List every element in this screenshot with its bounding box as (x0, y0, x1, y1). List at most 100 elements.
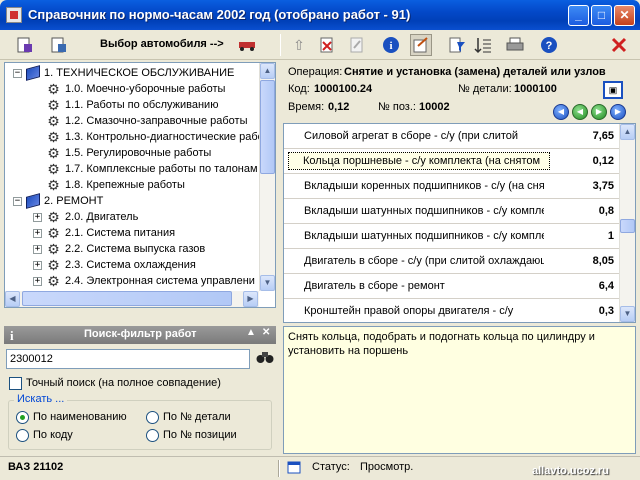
exit-icon[interactable] (608, 34, 630, 56)
radio-by-name[interactable] (16, 411, 29, 424)
tree-item[interactable]: − 2. РЕМОНТ (13, 193, 103, 209)
print-icon[interactable] (504, 34, 526, 56)
up-icon[interactable]: ⇧ (288, 34, 310, 56)
radio-by-code[interactable] (16, 429, 29, 442)
report2-icon[interactable] (48, 34, 70, 56)
help-icon[interactable]: ? (538, 34, 560, 56)
op-value: Снятие и установка (замена) деталей или … (344, 66, 606, 78)
tree-item[interactable]: + ⚙ 2.3. Система охлаждения (33, 257, 196, 273)
operation-row[interactable]: Двигатель в сборе - ремонт 6,4 (284, 274, 620, 299)
tree-item[interactable]: ⚙ 1.3. Контрольно-диагностические рабо (33, 129, 264, 145)
info-icon: i (10, 328, 14, 343)
gear-icon: ⚙ (47, 160, 60, 177)
tree-item-label: 1.1. Работы по обслуживанию (65, 99, 219, 111)
scroll-right-button[interactable]: ▶ (243, 291, 258, 307)
operation-time: 8,05 (592, 255, 614, 267)
operation-row[interactable]: Вкладыши коренных подшипников - с/у (на … (284, 174, 620, 199)
prev-record-button[interactable]: ◀ (572, 104, 588, 120)
tree-item-label: 2.4. Электронная система управлени (65, 275, 255, 287)
tree-item-label: 1.7. Комплексные работы по талонам (65, 163, 258, 175)
radio-by-position[interactable] (146, 429, 159, 442)
collapse-icon[interactable]: − (13, 196, 22, 206)
tree-item[interactable]: + ⚙ 2.1. Система питания (33, 225, 175, 241)
category-tree[interactable]: +⚙2.6. Коробка передач+⚙2.5. Сцепление+⚙… (4, 62, 276, 308)
close-panel-icon[interactable]: ✕ (262, 327, 270, 338)
tree-item-label: 1.3. Контрольно-диагностические рабо (65, 131, 264, 143)
operation-row[interactable]: Силовой агрегат в сборе - с/у (при слито… (284, 124, 620, 149)
tree-vertical-scrollbar[interactable]: ▲ ▼ (259, 63, 275, 291)
info-icon[interactable]: i (380, 34, 402, 56)
radio-by-code-label[interactable]: По коду (33, 429, 73, 441)
exact-search-checkbox[interactable] (9, 377, 22, 390)
expand-icon[interactable]: + (33, 244, 42, 254)
expand-icon[interactable]: + (33, 260, 42, 270)
title-bar[interactable]: Справочник по нормо-часам 2002 год (отоб… (0, 0, 640, 30)
delete-icon[interactable] (316, 34, 338, 56)
hscroll-thumb[interactable] (22, 291, 232, 306)
list-scroll-down-button[interactable]: ▼ (620, 306, 635, 322)
sort-icon[interactable] (472, 34, 494, 56)
collapse-icon[interactable]: − (13, 68, 22, 78)
report-icon[interactable] (14, 34, 36, 56)
tree-horizontal-scrollbar[interactable]: ◀ ▶ (5, 291, 259, 307)
list-vertical-scrollbar[interactable]: ▲ ▼ (619, 124, 635, 322)
tree-item[interactable]: ⚙ 1.2. Смазочно-заправочные работы (33, 113, 247, 129)
tree-item[interactable]: ⚙ 1.5. Регулировочные работы (33, 145, 211, 161)
gear-icon: ⚙ (47, 224, 60, 241)
scroll-up-button[interactable]: ▲ (260, 63, 275, 79)
maximize-button[interactable]: □ (591, 5, 612, 26)
tree-item[interactable]: ⚙ 1.1. Работы по обслуживанию (33, 97, 218, 113)
operation-row[interactable]: Вкладыши шатунных подшипников - с/у комп… (284, 224, 620, 249)
radio-by-part[interactable] (146, 411, 159, 424)
last-record-button[interactable]: ▶ (610, 104, 626, 120)
notes-icon[interactable] (410, 34, 432, 56)
radio-by-name-label[interactable]: По наименованию (33, 411, 127, 423)
tree-item[interactable]: + ⚙ 2.2. Система выпуска газов (33, 241, 205, 257)
svg-text:i: i (389, 40, 392, 52)
operation-time: 3,75 (592, 180, 614, 192)
gear-icon: ⚙ (47, 112, 60, 129)
status-value: Просмотр. (360, 461, 414, 473)
tree-item-label: 1. ТЕХНИЧЕСКОЕ ОБСЛУЖИВАНИЕ (44, 67, 235, 79)
operation-name: Кольца поршневые - с/у комплекта (на сня… (288, 152, 550, 170)
operation-row[interactable]: Двигатель в сборе - с/у (при слитой охла… (284, 249, 620, 274)
operation-name: Силовой агрегат в сборе - с/у (при слито… (304, 130, 519, 142)
tree-item-label: 2.1. Система питания (65, 227, 176, 239)
scroll-left-button[interactable]: ◀ (5, 291, 20, 307)
next-record-button[interactable]: ▶ (591, 104, 607, 120)
gear-icon: ⚙ (47, 240, 60, 257)
radio-by-position-label[interactable]: По № позиции (163, 429, 237, 441)
operation-row[interactable]: Кольца поршневые - с/у комплекта (на сня… (284, 149, 620, 174)
tree-item[interactable]: + ⚙ 2.4. Электронная система управлени (33, 273, 255, 289)
scroll-down-button[interactable]: ▼ (260, 275, 275, 291)
filter-icon[interactable] (446, 34, 468, 56)
expand-icon[interactable]: + (33, 228, 42, 238)
gear-icon: ⚙ (47, 128, 60, 145)
car-icon[interactable] (236, 34, 258, 56)
expand-icon[interactable]: + (33, 276, 42, 286)
collapse-icon[interactable]: ▲ (246, 327, 256, 338)
tree-item[interactable]: ⚙ 1.0. Моечно-уборочные работы (33, 81, 225, 97)
first-record-button[interactable]: ◀ (553, 104, 569, 120)
binoculars-icon[interactable] (256, 350, 274, 367)
radio-by-part-label[interactable]: По № детали (163, 411, 231, 423)
minimize-button[interactable]: _ (568, 5, 589, 26)
close-button[interactable]: ✕ (614, 5, 635, 26)
list-scroll-thumb[interactable] (620, 219, 635, 233)
tree-item[interactable]: ⚙ 1.7. Комплексные работы по талонам (33, 160, 258, 177)
tree-item[interactable]: − 1. ТЕХНИЧЕСКОЕ ОБСЛУЖИВАНИЕ (13, 65, 234, 81)
edit-icon[interactable] (346, 34, 368, 56)
exact-search-label[interactable]: Точный поиск (на полное совпадение) (26, 377, 221, 389)
operations-list[interactable]: Кронштейн правой опоры двигателя - с/у 0,… (283, 123, 636, 323)
detail-picture-button[interactable]: ▣ (603, 81, 623, 99)
select-car-label[interactable]: Выбор автомобиля --> (100, 38, 224, 50)
operation-row[interactable]: Вкладыши шатунных подшипников - с/у комп… (284, 199, 620, 224)
tree-item[interactable]: ⚙ 1.8. Крепежные работы (33, 177, 185, 193)
operation-row[interactable]: Кронштейн правой опоры двигателя - с/у 0,… (284, 299, 620, 322)
gear-icon: ⚙ (47, 272, 60, 289)
list-scroll-up-button[interactable]: ▲ (620, 124, 635, 140)
expand-icon[interactable]: + (33, 212, 42, 222)
tree-item[interactable]: + ⚙ 2.0. Двигатель (33, 209, 138, 225)
search-input[interactable] (6, 349, 250, 369)
scroll-thumb[interactable] (260, 80, 275, 174)
